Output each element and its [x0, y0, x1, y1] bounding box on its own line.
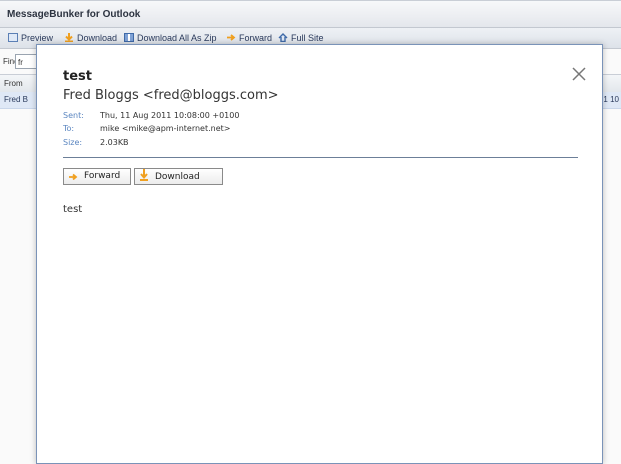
download-toolbar-label: Download [77, 33, 118, 43]
download-button[interactable]: Download [134, 168, 223, 185]
message-subject: test [63, 69, 92, 84]
header-divider [63, 157, 578, 158]
download-icon [139, 169, 149, 187]
download-toolbar-button[interactable]: Download [64, 31, 117, 45]
forward-button-label: Forward [84, 171, 121, 181]
download-button-label: Download [155, 172, 200, 182]
full-site-button[interactable]: Full Site [278, 31, 324, 45]
app-title: MessageBunker for Outlook [0, 0, 621, 28]
row-from: Fred B [4, 95, 29, 104]
forward-button[interactable]: Forward [63, 168, 131, 185]
sent-row: Sent: Thu, 11 Aug 2011 10:08:00 +0100 [63, 111, 239, 120]
preview-label: Preview [21, 33, 54, 43]
message-modal: test Fred Bloggs <fred@bloggs.com> Sent:… [36, 44, 603, 464]
full-site-label: Full Site [291, 33, 324, 43]
forward-icon [68, 171, 78, 186]
forward-icon [226, 32, 236, 41]
download-zip-label: Download All As Zip [137, 33, 217, 43]
size-row: Size: 2.03KB [63, 138, 129, 147]
to-value: mike <mike@apm-internet.net> [100, 124, 231, 133]
sent-label: Sent: [63, 111, 84, 120]
to-row: To: mike <mike@apm-internet.net> [63, 124, 230, 133]
full-site-icon [278, 32, 288, 43]
zip-icon [124, 32, 134, 42]
download-icon [64, 32, 74, 42]
from-column-header[interactable]: From [4, 79, 23, 88]
message-from: Fred Bloggs <fred@bloggs.com> [63, 88, 279, 103]
size-label: Size: [63, 138, 83, 147]
close-icon[interactable] [570, 65, 588, 83]
size-value: 2.03KB [100, 138, 129, 147]
forward-toolbar-button[interactable]: Forward [226, 31, 272, 45]
preview-button[interactable]: Preview [8, 31, 53, 45]
to-label: To: [63, 124, 75, 133]
preview-icon [8, 32, 18, 42]
row-date: 1 10 [603, 95, 619, 104]
download-zip-button[interactable]: Download All As Zip [124, 31, 217, 45]
message-body: test [63, 204, 83, 215]
forward-toolbar-label: Forward [239, 33, 273, 43]
sent-value: Thu, 11 Aug 2011 10:08:00 +0100 [100, 111, 240, 120]
